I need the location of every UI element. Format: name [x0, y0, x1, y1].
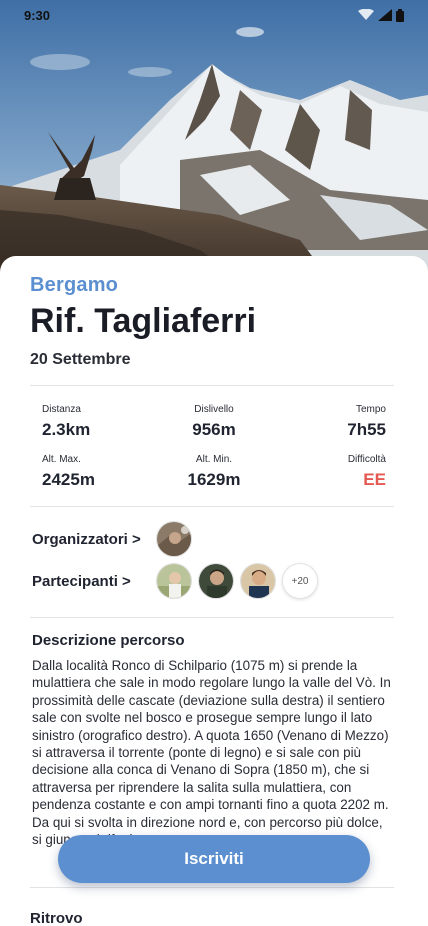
trip-date: 20 Settembre	[30, 351, 131, 368]
signup-button[interactable]: Iscriviti	[58, 835, 370, 883]
stat-value: 1629m	[187, 470, 241, 489]
divider	[30, 617, 394, 618]
trip-details-card: Bergamo Rif. Tagliaferri 20 Settembre Di…	[0, 256, 428, 926]
stat-value: 2425m	[42, 470, 95, 489]
stat-difficulty: Difficoltà EE	[275, 454, 398, 490]
stat-label: Dislivello	[194, 404, 234, 415]
status-bar: 9:30	[0, 0, 428, 30]
difficulty-badge: EE	[363, 470, 386, 489]
description-text: Dalla località Ronco di Schilpario (1075…	[32, 658, 391, 848]
more-participants-badge[interactable]: +20	[282, 563, 318, 599]
status-icons	[358, 8, 404, 22]
signal-icon	[378, 9, 392, 21]
trip-city: Bergamo	[30, 274, 119, 296]
stat-elevation: Dislivello 956m	[153, 404, 276, 440]
stat-time: Tempo 7h55	[275, 404, 398, 440]
stat-label: Tempo	[355, 404, 386, 415]
trip-title: Rif. Tagliaferri	[30, 302, 257, 340]
trip-stats: Distanza 2.3km Dislivello 956m Tempo 7h5…	[30, 386, 398, 506]
avatar[interactable]	[240, 563, 276, 599]
organizers-avatars	[156, 521, 192, 557]
organizers-link[interactable]: Organizzatori >	[32, 531, 156, 548]
organizers-row[interactable]: Organizzatori >	[32, 521, 398, 557]
stat-alt-min: Alt. Min. 1629m	[153, 454, 276, 490]
divider	[30, 887, 394, 888]
stat-distance: Distanza 2.3km	[30, 404, 153, 440]
battery-icon	[396, 8, 404, 22]
people-section: Organizzatori > Partecipanti > +20	[30, 507, 398, 617]
stat-label: Distanza	[42, 404, 81, 415]
avatar[interactable]	[156, 521, 192, 557]
stat-label: Difficoltà	[347, 454, 386, 465]
avatar[interactable]	[198, 563, 234, 599]
hero-mountain-photo	[0, 0, 428, 280]
stat-label: Alt. Max.	[42, 454, 81, 465]
stat-value: 956m	[192, 420, 236, 439]
status-time: 9:30	[24, 7, 51, 23]
participants-link[interactable]: Partecipanti >	[32, 573, 156, 590]
avatar[interactable]	[156, 563, 192, 599]
stat-value: 2.3km	[42, 420, 91, 439]
stat-label: Alt. Min.	[195, 454, 233, 465]
wifi-icon	[358, 9, 374, 20]
meeting-title: Ritrovo	[30, 910, 83, 926]
stat-value: 7h55	[347, 420, 386, 439]
stat-alt-max: Alt. Max. 2425m	[30, 454, 153, 490]
description-title: Descrizione percorso	[32, 632, 185, 649]
participants-avatars: +20	[156, 563, 318, 599]
participants-row[interactable]: Partecipanti > +20	[32, 563, 398, 599]
